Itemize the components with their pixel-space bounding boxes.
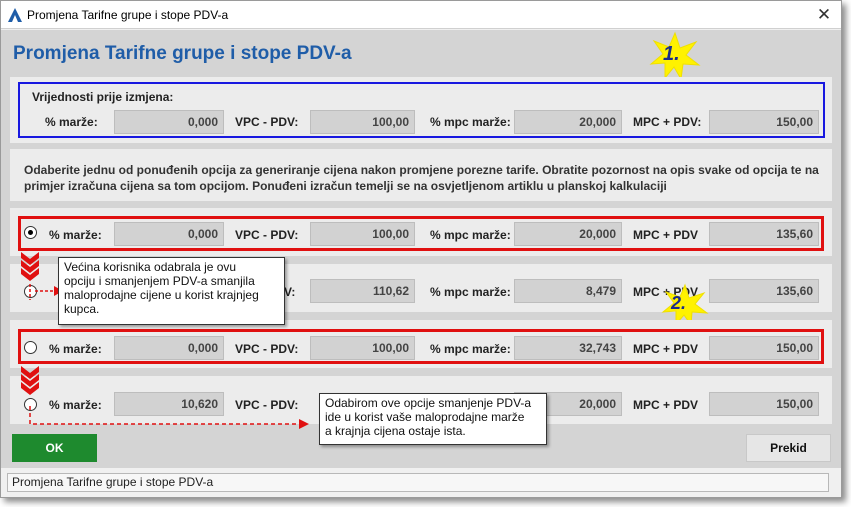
instructions-line1: Odaberite jednu od ponuđenih opcija za g… [24,163,819,177]
option-1-mpc-field: 135,60 [709,222,819,246]
option-3-vpc-field: 100,00 [310,336,415,360]
option-4-mpc-label: MPC + PDV [633,398,699,412]
option-1-radio[interactable] [24,226,37,239]
callout-first-line4: kupca. [64,302,100,316]
callout-second: Odabirom ove opcije smanjenje PDV-a ide … [319,393,547,445]
callout-first-line1: Većina korisnika odabrala je ovu [64,260,237,274]
before-caption: Vrijednosti prije izmjena: [32,90,174,104]
callout-second-line3: a krajnja cijena ostaje ista. [325,424,466,438]
option-2-vpc-field: 110,62 [310,279,415,303]
option-4-marza-label: % marže: [49,398,102,412]
status-text: Promjena Tarifne grupe i stope PDV-a [7,473,829,492]
before-vpc-label: VPC - PDV: [235,115,299,129]
option-4-mpc-field: 150,00 [709,392,819,416]
before-mpc-field: 150,00 [709,110,819,134]
option-4-radio[interactable] [24,398,37,411]
callout-second-line2: ide u korist vaše maloprodajne marže [325,410,525,424]
option-4-marza-field: 10,620 [114,392,224,416]
option-1-vpc-label: VPC - PDV: [235,228,299,242]
callout-first: Većina korisnika odabrala je ovu opciju … [58,257,285,325]
option-3-mpc-field: 150,00 [709,336,819,360]
callout-first-line2: opciju i smanjenjem PDV-a smanjila [64,274,255,288]
close-button[interactable]: ✕ [809,3,839,27]
dialog-window: Promjena Tarifne grupe i stope PDV-a ✕ P… [0,0,842,498]
option-1-mpc-marza-field: 20,000 [514,222,622,246]
title-bar: Promjena Tarifne grupe i stope PDV-a ✕ [1,1,841,29]
dialog-heading: Promjena Tarifne grupe i stope PDV-a [13,43,352,64]
option-1-marza-label: % marže: [49,228,102,242]
before-mpc-marza-label: % mpc marže: [430,115,511,129]
cancel-button[interactable]: Prekid [746,434,831,462]
callout-second-line1: Odabirom ove opcije smanjenje PDV-a [325,396,532,410]
option-2-mpc-field: 135,60 [709,279,819,303]
option-2-mpc-marza-field: 8,479 [514,279,622,303]
option-1-mpc-label: MPC + PDV [633,228,699,242]
option-1-mpc-marza-label: % mpc marže: [430,228,511,242]
option-2-vpc-label-tail: V: [284,285,296,299]
option-1-marza-field: 0,000 [114,222,224,246]
option-3-mpc-marza-field: 32,743 [514,336,622,360]
option-4-vpc-label: VPC - PDV: [235,398,299,412]
status-bar: Promjena Tarifne grupe i stope PDV-a [1,469,841,497]
option-3-mpc-label: MPC + PDV [633,342,699,356]
marker-one: 1. [663,43,680,65]
before-mpc-label: MPC + PDV: [633,115,702,129]
dialog-body: Promjena Tarifne grupe i stope PDV-a 1. … [1,30,841,468]
marker-two: 2. [671,293,687,313]
ok-button[interactable]: OK [12,434,97,462]
option-3-radio[interactable] [24,341,37,354]
option-3-marza-label: % marže: [49,342,102,356]
option-3-vpc-label: VPC - PDV: [235,342,299,356]
before-vpc-field: 100,00 [310,110,415,134]
before-marza-label: % marže: [45,115,98,129]
option-1-vpc-field: 100,00 [310,222,415,246]
window-title: Promjena Tarifne grupe i stope PDV-a [27,8,229,22]
option-2-mpc-marza-label: % mpc marže: [430,285,511,299]
option-2-radio[interactable] [24,285,37,298]
option-3-marza-field: 0,000 [114,336,224,360]
callout-first-line3: maloprodajne cijene u korist krajnjeg [64,288,259,302]
instructions-line2: primjer izračuna cijena sa tom opcijom. … [24,179,667,193]
app-logo-icon [8,8,22,22]
option-3-mpc-marza-label: % mpc marže: [430,342,511,356]
before-marza-field: 0,000 [114,110,224,134]
before-mpc-marza-field: 20,000 [514,110,622,134]
